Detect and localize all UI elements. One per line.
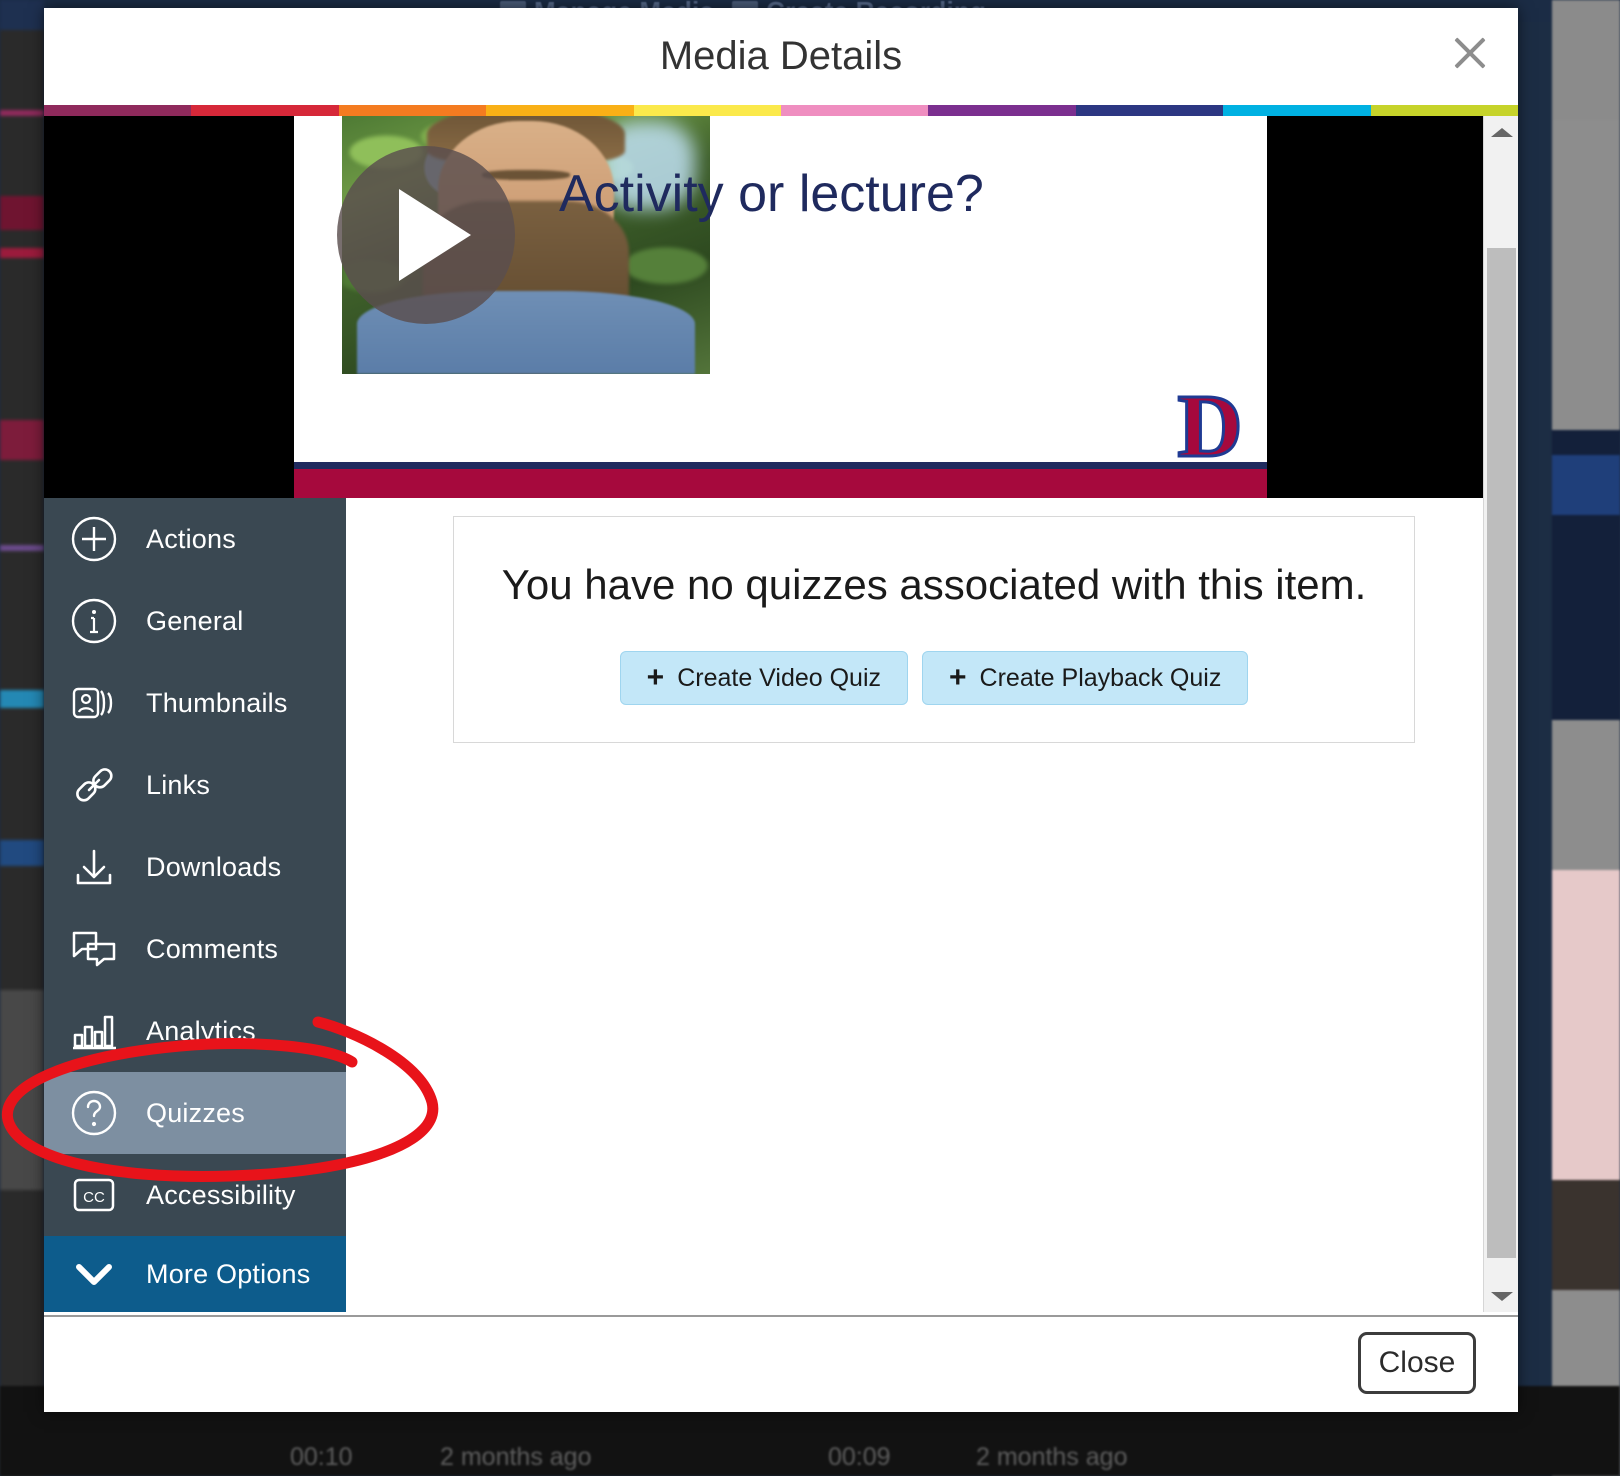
close-button[interactable]: Close <box>1358 1332 1476 1394</box>
create-playback-quiz-label: Create Playback Quiz <box>979 663 1222 692</box>
detroit-mercy-d-logo: D <box>1176 376 1244 476</box>
sidebar-item-more-options[interactable]: More Options <box>44 1236 346 1312</box>
accent-swatch-4 <box>486 105 634 116</box>
create-video-quiz-button[interactable]: + Create Video Quiz <box>619 651 909 705</box>
create-video-quiz-label: Create Video Quiz <box>677 663 882 692</box>
empty-state-message: You have no quizzes associated with this… <box>501 561 1367 608</box>
dialog-body: Actions General Thumbnails Links Downloa… <box>44 498 1518 1312</box>
accent-swatch-8 <box>1075 105 1224 116</box>
quizzes-panel: You have no quizzes associated with this… <box>346 498 1518 1312</box>
sidebar-item-downloads[interactable]: Downloads <box>44 826 346 908</box>
scroll-up-arrow[interactable] <box>1484 116 1518 148</box>
empty-quizzes-card: You have no quizzes associated with this… <box>453 516 1415 743</box>
scroll-down-arrow[interactable] <box>1484 1280 1518 1312</box>
background-duration-2: 00:09 <box>828 1443 891 1471</box>
quiz-action-buttons: + Create Video Quiz + Create Playback Qu… <box>619 651 1249 705</box>
background-right-content <box>1552 0 1620 1476</box>
accent-swatch-3 <box>338 105 487 116</box>
sidebar-item-label: Links <box>146 769 211 800</box>
slide-title: Activity or lecture? <box>559 165 984 223</box>
bar-chart-icon <box>73 1015 116 1050</box>
sidebar-item-label: Comments <box>146 933 279 964</box>
accent-swatch-9 <box>1223 105 1371 116</box>
sidebar-item-label: Accessibility <box>146 1179 296 1210</box>
plus-icon: + <box>646 661 665 694</box>
closed-caption-icon: CC <box>73 1178 115 1212</box>
background-left-content <box>0 0 44 1476</box>
plus-icon: + <box>949 661 967 694</box>
background-age-1: 2 months ago <box>440 1443 592 1471</box>
dialog-scrollbar[interactable] <box>1483 116 1518 1312</box>
slide-footer-bar <box>294 462 1267 498</box>
accent-color-bar <box>44 105 1518 116</box>
comments-icon <box>72 931 116 967</box>
close-icon[interactable] <box>1448 30 1492 74</box>
sidebar-item-quizzes[interactable]: Quizzes <box>44 1072 346 1154</box>
sidebar-item-links[interactable]: Links <box>44 744 346 826</box>
download-icon <box>76 849 112 885</box>
accent-swatch-6 <box>781 105 929 116</box>
page-title: Media Details <box>659 34 903 78</box>
info-circle-icon <box>71 598 117 644</box>
sidebar-item-label: General <box>146 605 244 636</box>
sidebar-item-label: Quizzes <box>146 1097 245 1128</box>
sidebar-item-label: Actions <box>146 523 236 554</box>
link-icon <box>76 768 113 802</box>
sidebar-item-analytics[interactable]: Analytics <box>44 990 346 1072</box>
dialog-sidebar: Actions General Thumbnails Links Downloa… <box>44 498 346 1312</box>
media-details-dialog: Media Details Activity or lecture? D Act… <box>44 8 1518 1412</box>
accent-swatch-2 <box>191 105 339 116</box>
sidebar-item-label: Analytics <box>146 1015 256 1046</box>
accent-swatch-1 <box>44 105 192 116</box>
sidebar-item-general[interactable]: General <box>44 580 346 662</box>
plus-circle-icon <box>71 516 117 562</box>
sidebar-item-label: Downloads <box>146 851 282 882</box>
play-icon[interactable] <box>337 146 515 324</box>
accent-swatch-5 <box>633 105 782 116</box>
thumbnails-icon <box>72 687 113 719</box>
sidebar-item-actions[interactable]: Actions <box>44 498 346 580</box>
dialog-footer: Close <box>44 1315 1518 1412</box>
create-playback-quiz-button[interactable]: + Create Playback Quiz <box>922 651 1249 705</box>
question-circle-icon <box>71 1090 117 1136</box>
accent-swatch-7 <box>928 105 1076 116</box>
accent-swatch-10 <box>1370 105 1518 116</box>
sidebar-item-accessibility[interactable]: CC Accessibility <box>44 1154 346 1236</box>
background-age-2: 2 months ago <box>976 1443 1128 1471</box>
sidebar-item-thumbnails[interactable]: Thumbnails <box>44 662 346 744</box>
sidebar-item-label: Thumbnails <box>146 687 288 718</box>
sidebar-item-label: More Options <box>146 1258 311 1289</box>
chevron-down-icon <box>76 1264 112 1285</box>
scroll-thumb[interactable] <box>1487 248 1516 1258</box>
dialog-header: Media Details <box>44 8 1518 105</box>
background-duration-1: 00:10 <box>290 1443 353 1471</box>
video-player[interactable]: Activity or lecture? D <box>44 116 1518 498</box>
sidebar-item-comments[interactable]: Comments <box>44 908 346 990</box>
svg-text:CC: CC <box>83 1189 105 1206</box>
